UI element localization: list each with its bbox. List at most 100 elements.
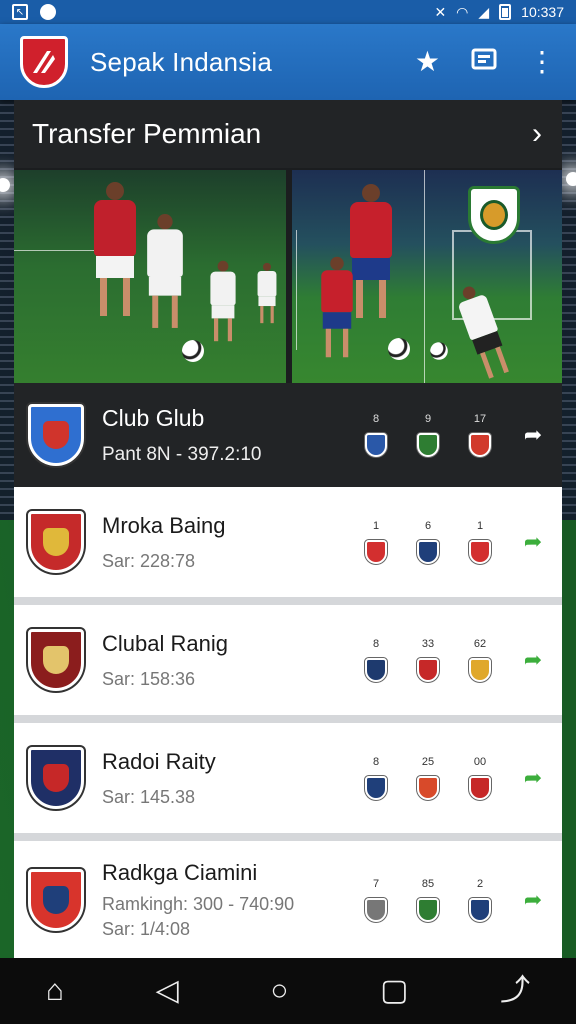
shield-icon	[417, 658, 439, 682]
badge-number: 17	[473, 413, 487, 425]
shield-icon	[469, 540, 491, 564]
ball-icon	[430, 342, 448, 360]
club-stats: Sar: 145.38	[102, 786, 196, 807]
badge-number: 1	[476, 520, 484, 532]
badge-number: 62	[473, 638, 487, 650]
club-row[interactable]: Club Glub Pant 8N - 397.2:10 8 9 17 ➦	[14, 383, 562, 487]
image-icon: ↖	[12, 4, 28, 20]
badge-number: 8	[372, 413, 380, 425]
app-bar: Sepak Indansia ★ ⋮	[0, 24, 576, 100]
floodlight	[566, 172, 576, 186]
signal-icon: ◢	[478, 3, 490, 20]
club-row[interactable]: Clubal Ranig Sar: 158:36 8 33 62 ➦	[14, 605, 562, 723]
system-nav-bar: ⌂ ◁ ○ ▢ ⤴	[0, 958, 576, 1024]
shield-icon	[417, 540, 439, 564]
club-name: Club Glub	[102, 404, 205, 431]
club-name: Radkga Ciamini	[102, 860, 258, 885]
match-photo[interactable]	[292, 170, 562, 383]
club-crest-icon	[468, 186, 520, 244]
app-title: Sepak Indansia	[90, 46, 273, 77]
player-figure	[321, 256, 353, 358]
badge-number: 2	[476, 878, 484, 890]
player-figure	[210, 260, 236, 342]
club-stats: Ramkingh: 300 - 740:90	[102, 894, 295, 914]
badge-group: 8 33 62	[364, 638, 492, 682]
more-vert-icon[interactable]: ⋮	[528, 48, 556, 76]
transfer-arrow-icon[interactable]: ➦	[522, 647, 544, 673]
badge-number: 25	[421, 756, 435, 768]
back-icon[interactable]: ◁	[156, 976, 179, 1006]
shield-icon	[469, 658, 491, 682]
silent-icon: ✕	[434, 3, 447, 20]
club-crest-icon	[28, 869, 84, 931]
transfer-arrow-icon[interactable]: ➦	[522, 529, 544, 555]
app-logo[interactable]	[20, 36, 68, 88]
wifi-icon: ◠	[456, 3, 469, 20]
star-icon[interactable]: ★	[415, 48, 440, 76]
club-name: Clubal Ranig	[102, 630, 228, 656]
match-photo[interactable]	[14, 170, 286, 383]
recents-icon[interactable]: ▢	[380, 976, 408, 1006]
shield-icon	[365, 776, 387, 800]
club-name: Mroka Baing	[102, 512, 226, 538]
badge-number: 7	[372, 878, 380, 890]
photo-gallery	[14, 168, 562, 383]
transfer-arrow-icon[interactable]: ➦	[522, 887, 544, 913]
club-crest-icon	[28, 629, 84, 691]
club-list: Club Glub Pant 8N - 397.2:10 8 9 17 ➦ Mr…	[14, 383, 562, 958]
badge-number: 33	[421, 638, 435, 650]
logo-stripes-icon	[33, 51, 55, 73]
section-header[interactable]: Transfer Pemmian ›	[14, 100, 562, 168]
section-title: Transfer Pemmian	[32, 118, 262, 149]
shield-icon	[469, 898, 491, 922]
badge-group: 7 85 2	[364, 878, 492, 922]
shield-icon	[365, 658, 387, 682]
badge-group: 8 25 00	[364, 756, 492, 800]
club-row[interactable]: Radkga Ciamini Ramkingh: 300 - 740:90 Sa…	[14, 841, 562, 958]
player-figure	[350, 184, 392, 318]
shield-icon	[417, 776, 439, 800]
shield-icon	[469, 433, 491, 457]
player-figure	[257, 262, 277, 324]
badge-group: 1 6 1	[364, 520, 492, 564]
club-stats: Sar: 158:36	[102, 668, 196, 689]
badge-number: 6	[424, 520, 432, 532]
main-panel: Transfer Pemmian › Club Glub Pant 8N - 3…	[14, 100, 562, 958]
club-name: Radoi Raity	[102, 748, 216, 774]
chevron-right-icon[interactable]: ›	[532, 117, 542, 151]
badge-number: 9	[424, 413, 432, 425]
shield-icon	[365, 433, 387, 457]
club-row[interactable]: Radoi Raity Sar: 145.38 8 25 00 ➦	[14, 723, 562, 841]
club-row[interactable]: Mroka Baing Sar: 228:78 1 6 1 ➦	[14, 487, 562, 605]
transfer-arrow-icon[interactable]: ➦	[522, 422, 544, 448]
club-stats: Pant 8N - 397.2:10	[102, 443, 262, 465]
status-bar: ↖ ✕ ◠ ◢ 10:337	[0, 0, 576, 24]
ball-icon	[388, 338, 410, 360]
club-stats: Sar: 228:78	[102, 550, 196, 571]
badge-number: 8	[372, 638, 380, 650]
shield-icon	[365, 898, 387, 922]
player-figure	[94, 182, 136, 316]
home-circle-icon[interactable]: ○	[270, 976, 288, 1006]
badge-group: 8 9 17	[364, 413, 492, 457]
ball-icon	[182, 340, 204, 362]
shield-icon	[417, 433, 439, 457]
shield-icon	[469, 776, 491, 800]
player-figure	[147, 214, 183, 328]
badge-number: 8	[372, 756, 380, 768]
feedback-icon[interactable]	[470, 46, 498, 79]
home-icon[interactable]: ⌂	[46, 976, 64, 1006]
transfer-arrow-icon[interactable]: ➦	[522, 765, 544, 791]
club-stats-extra: Sar: 1/4:08	[102, 919, 191, 939]
badge-number: 00	[473, 756, 487, 768]
target-icon	[40, 4, 56, 20]
status-time: 10:337	[521, 4, 564, 20]
club-crest-icon	[28, 404, 84, 466]
battery-icon	[499, 4, 512, 20]
club-crest-icon	[28, 511, 84, 573]
shield-icon	[417, 898, 439, 922]
shield-icon	[365, 540, 387, 564]
badge-number: 1	[372, 520, 380, 532]
club-crest-icon	[28, 747, 84, 809]
gesture-icon[interactable]: ⤴	[500, 976, 530, 1006]
